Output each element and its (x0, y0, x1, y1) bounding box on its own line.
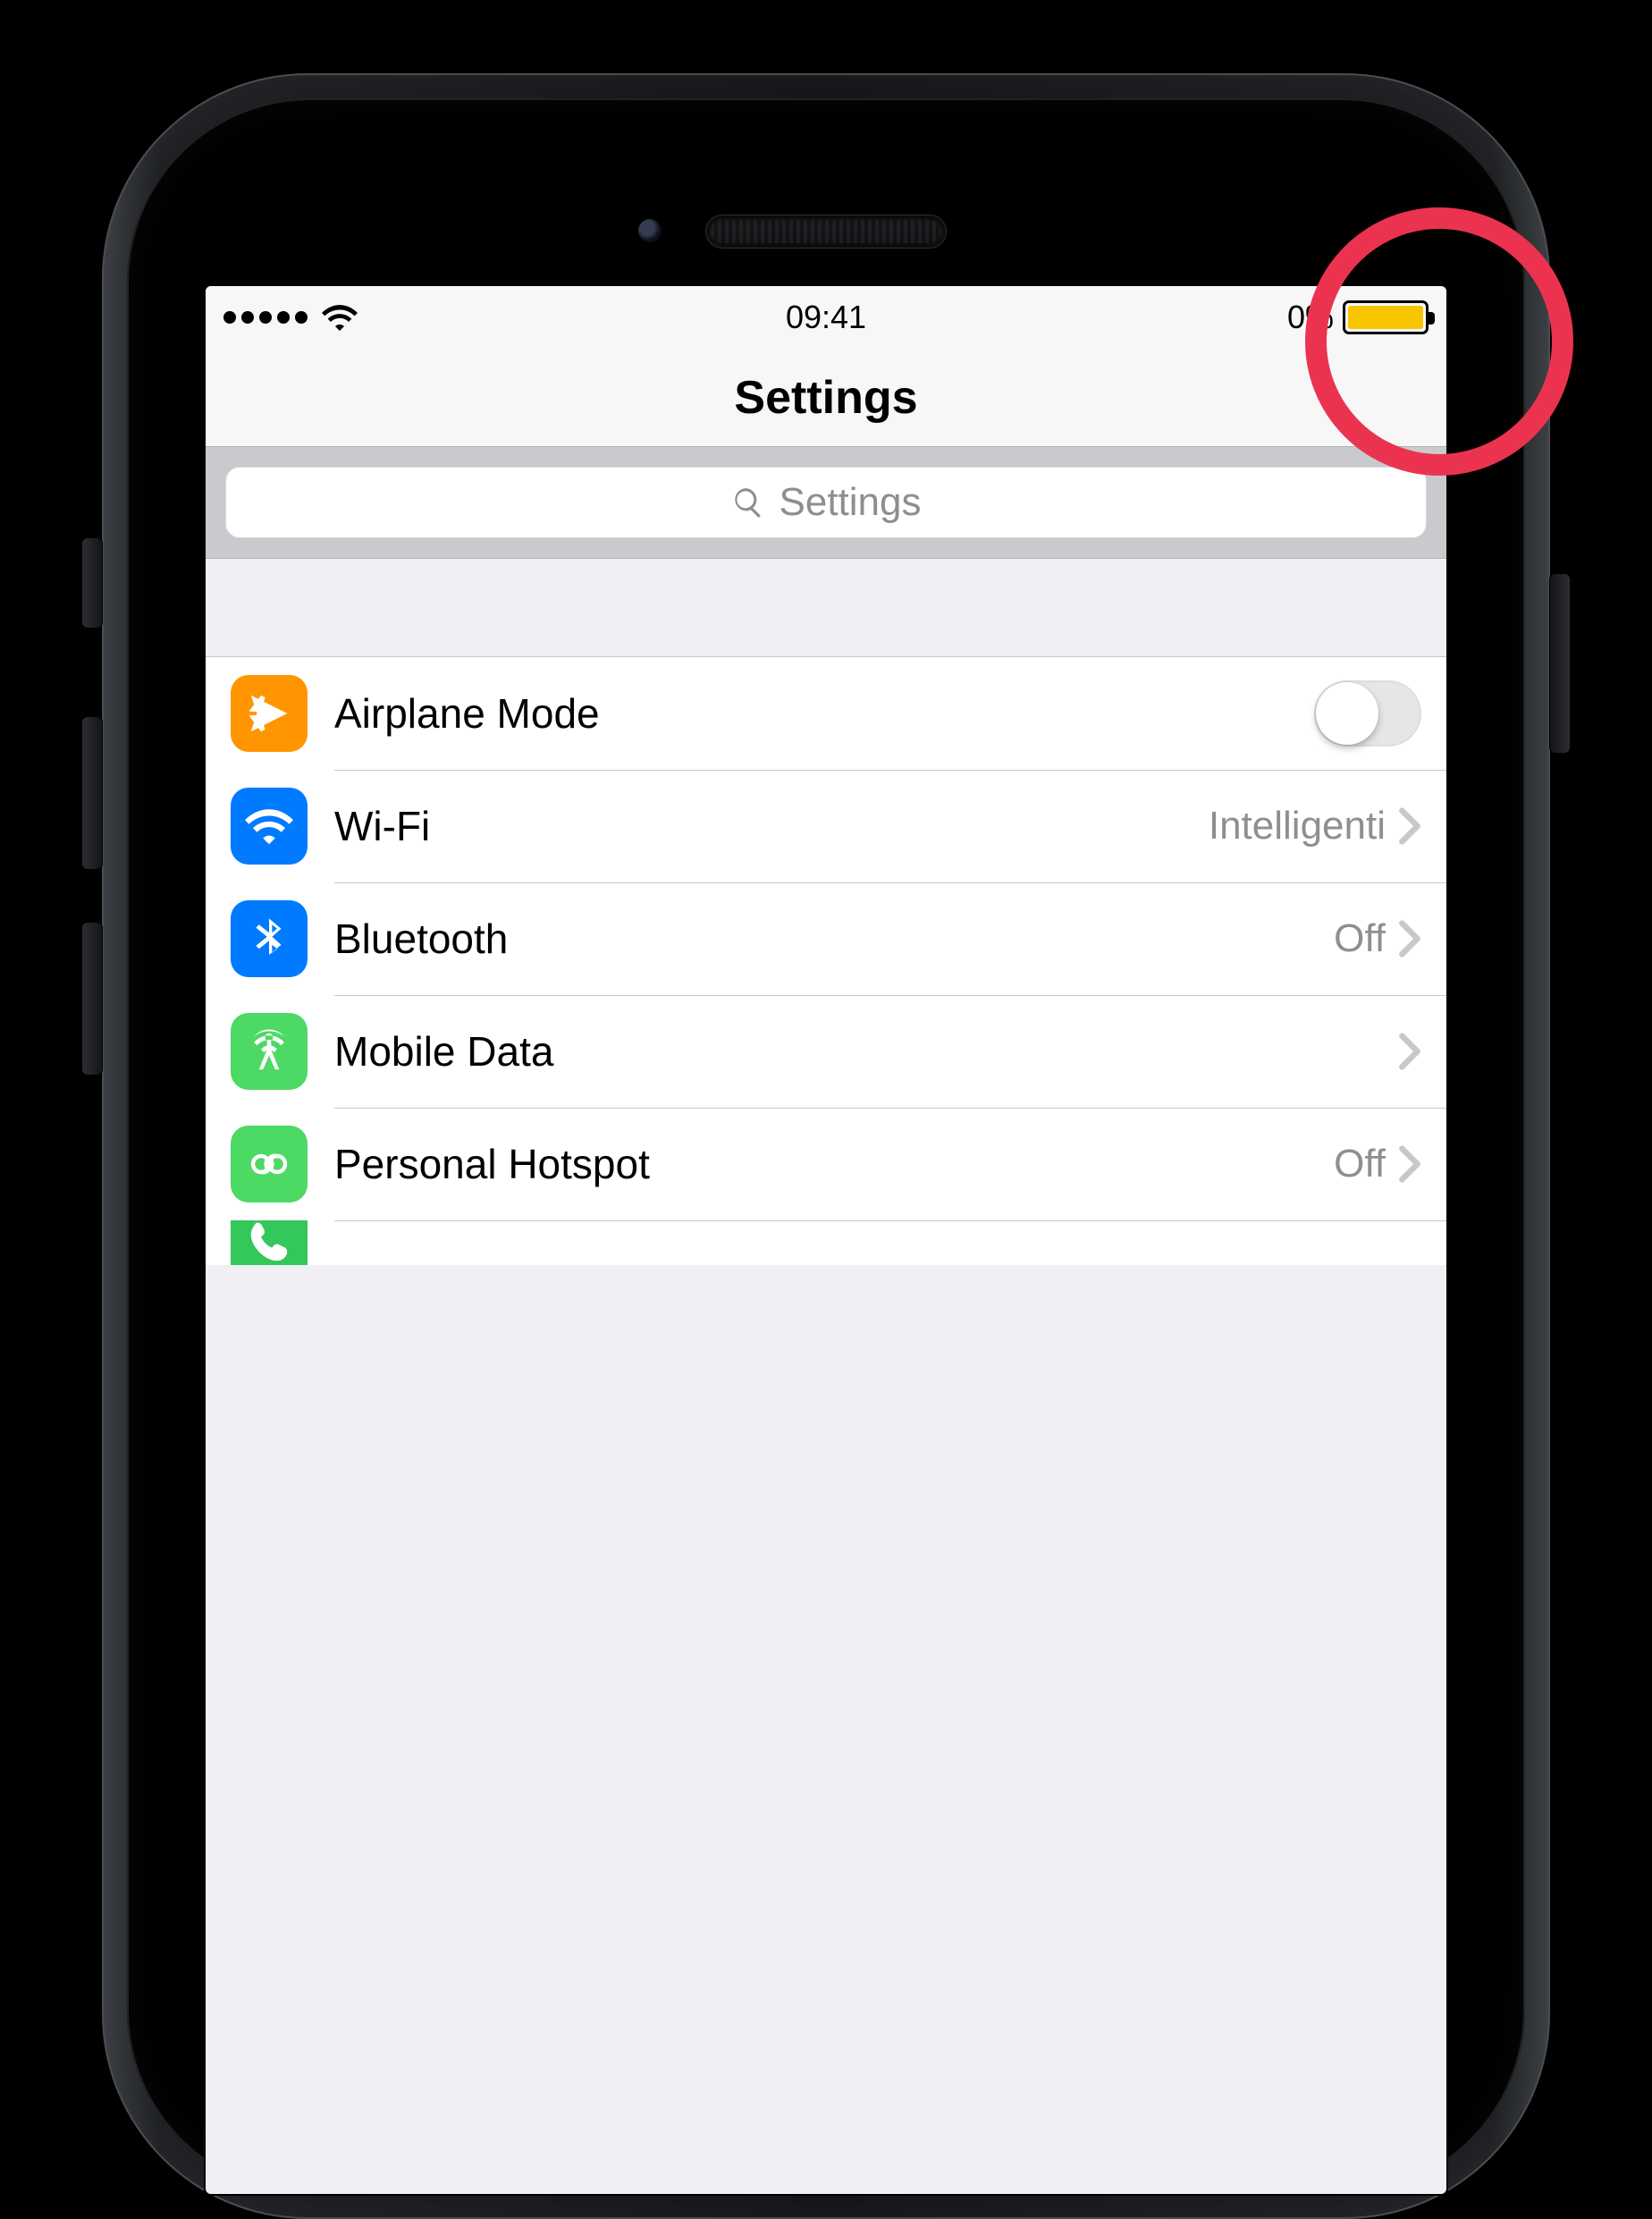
volume-down-button (82, 923, 102, 1075)
row-airplane-mode[interactable]: Airplane Mode (206, 657, 1446, 770)
toggle-knob (1316, 682, 1378, 745)
row-label: Airplane Mode (334, 689, 1314, 738)
hotspot-icon (231, 1126, 308, 1202)
chevron-right-icon (1398, 919, 1421, 958)
chevron-right-icon (1398, 1144, 1421, 1184)
search-icon (731, 485, 765, 519)
airplane-icon (231, 675, 308, 752)
search-input[interactable]: Settings (225, 467, 1427, 538)
cellular-signal-icon (223, 311, 308, 324)
power-button (1550, 574, 1570, 753)
phone-icon (231, 1220, 308, 1265)
battery-percentage: 0% (1287, 299, 1334, 336)
mute-switch (82, 538, 102, 628)
row-value: Off (1334, 1142, 1386, 1186)
antenna-icon (231, 1013, 308, 1090)
status-right: 0% (1287, 299, 1429, 336)
volume-up-button (82, 717, 102, 869)
status-bar: 09:41 0% (206, 286, 1446, 349)
search-container: Settings (206, 447, 1446, 559)
row-bluetooth[interactable]: Bluetooth Off (206, 882, 1446, 995)
phone-frame: 09:41 0% Settings Settings (102, 73, 1550, 2219)
row-label: Bluetooth (334, 915, 1334, 963)
wifi-icon (322, 300, 358, 335)
row-value: Off (1334, 916, 1386, 961)
row-label: Wi-Fi (334, 802, 1209, 850)
row-carrier[interactable] (206, 1220, 1446, 1265)
battery-indicator (1343, 300, 1429, 334)
screen: 09:41 0% Settings Settings (206, 286, 1446, 2194)
wifi-icon (231, 788, 308, 865)
row-label: Mobile Data (334, 1027, 1386, 1076)
phone-bezel: 09:41 0% Settings Settings (127, 98, 1525, 2194)
status-left (223, 300, 358, 335)
chevron-right-icon (1398, 806, 1421, 846)
status-time: 09:41 (786, 299, 866, 336)
row-wifi[interactable]: Wi-Fi Intelligenti (206, 770, 1446, 882)
row-label: Personal Hotspot (334, 1140, 1334, 1188)
chevron-right-icon (1398, 1032, 1421, 1071)
settings-list: Airplane Mode Wi-Fi Intelligenti (206, 657, 1446, 1265)
nav-header: Settings (206, 349, 1446, 447)
earpiece-speaker (705, 215, 947, 249)
page-title: Settings (734, 371, 917, 425)
list-spacer (206, 559, 1446, 657)
row-mobile-data[interactable]: Mobile Data (206, 995, 1446, 1108)
row-personal-hotspot[interactable]: Personal Hotspot Off (206, 1108, 1446, 1220)
front-camera (638, 219, 662, 242)
row-value: Intelligenti (1209, 804, 1386, 848)
airplane-mode-toggle[interactable] (1314, 680, 1421, 747)
bluetooth-icon (231, 900, 308, 977)
battery-fill (1348, 306, 1423, 329)
search-placeholder: Settings (780, 480, 922, 525)
